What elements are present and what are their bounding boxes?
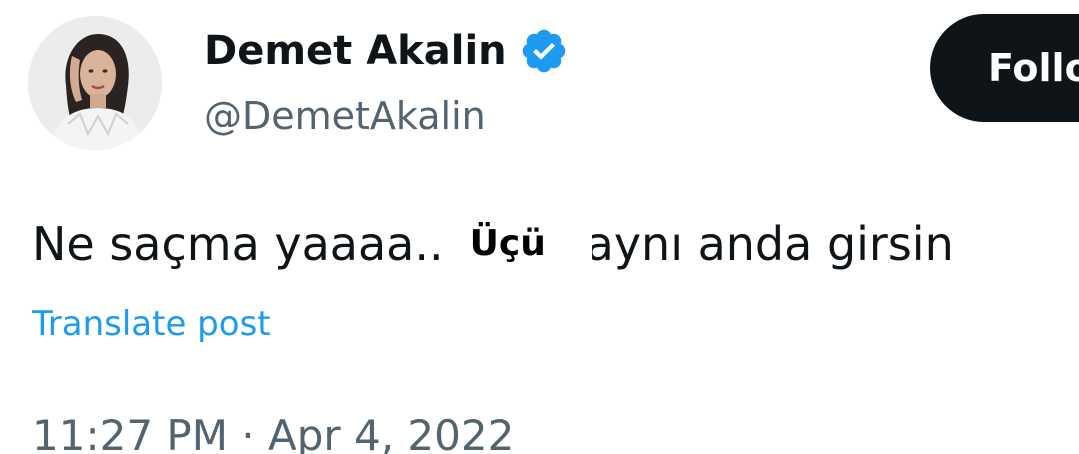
censor-label: Üçü bbox=[469, 223, 546, 264]
tweet-card: Demet Akalin @DemetAkalin Follo Ne saçma… bbox=[0, 0, 1079, 454]
author-name-row: Demet Akalin bbox=[204, 24, 569, 78]
censor-overlay: Üçü bbox=[449, 212, 592, 276]
tweet-text-before: Ne saçma yaaaa.. bbox=[32, 217, 444, 271]
avatar[interactable] bbox=[28, 16, 162, 150]
follow-button[interactable]: Follo bbox=[930, 14, 1079, 122]
display-name[interactable]: Demet Akalin bbox=[204, 24, 507, 78]
author-handle[interactable]: @DemetAkalin bbox=[204, 92, 486, 140]
tweet-text: Ne saçma yaaaa.. Üçü aynı anda girsin bbox=[32, 212, 954, 276]
avatar-image bbox=[28, 16, 162, 150]
tweet-timestamp[interactable]: 11:27 PM · Apr 4, 2022 bbox=[32, 408, 514, 454]
translate-post-link[interactable]: Translate post bbox=[32, 300, 271, 348]
tweet-text-after: aynı anda girsin bbox=[585, 217, 954, 271]
verified-badge-icon[interactable] bbox=[519, 26, 569, 76]
